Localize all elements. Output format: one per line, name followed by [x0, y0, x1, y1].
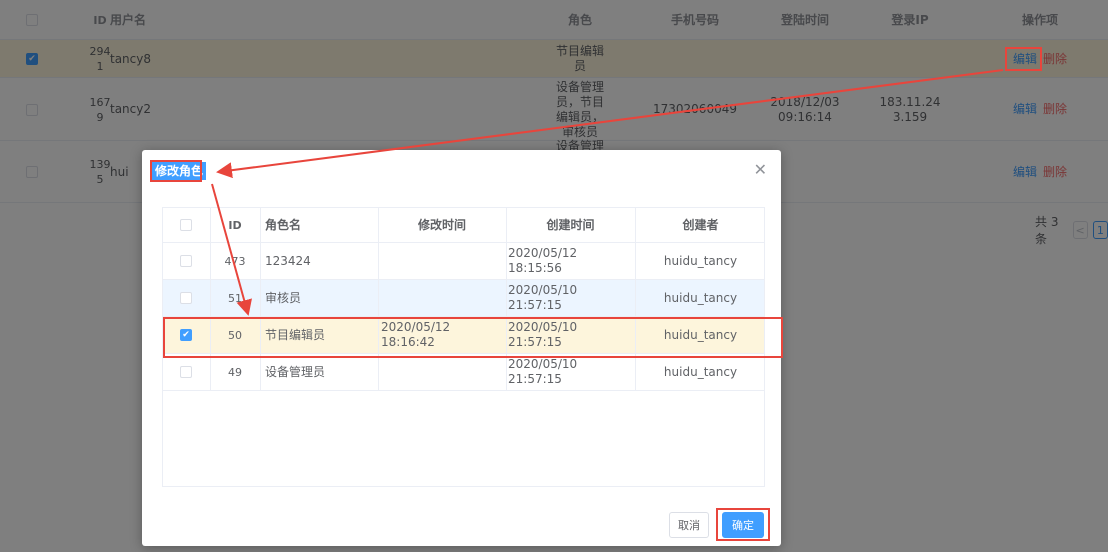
column-divider: [260, 208, 261, 391]
row-creator: huidu_tancy: [663, 290, 738, 305]
edit-role-dialog: 修改角色 ✕ ID 角色名 修改时间 创建时间 创建者 473 123424 2…: [142, 150, 781, 546]
row-role-name: 审核员: [265, 290, 302, 305]
col-created-header: 创建时间: [546, 217, 595, 232]
role-table-header: ID 角色名 修改时间 创建时间 创建者: [163, 208, 764, 243]
row-id: 473: [224, 254, 246, 268]
row-creator: huidu_tancy: [663, 364, 738, 379]
row-created-time: 2020/05/10 21:57:15: [508, 357, 578, 386]
row-role-name: 设备管理员: [265, 364, 326, 379]
select-all-checkbox[interactable]: [180, 219, 192, 231]
cancel-button[interactable]: 取消: [669, 512, 709, 538]
row-checkbox[interactable]: ✔: [180, 329, 192, 341]
row-creator: huidu_tancy: [663, 253, 738, 268]
row-modified-time: [381, 354, 503, 390]
row-checkbox[interactable]: [180, 255, 192, 267]
close-icon[interactable]: ✕: [754, 160, 767, 179]
row-created-time: 2020/05/10 21:57:15: [508, 320, 578, 349]
row-id: 50: [228, 328, 242, 342]
row-creator: huidu_tancy: [663, 327, 738, 342]
row-checkbox[interactable]: [180, 292, 192, 304]
table-row[interactable]: 473 123424 2020/05/12 18:15:56 huidu_tan…: [163, 243, 764, 280]
col-role-name-header: 角色名: [265, 217, 302, 232]
col-id-header: ID: [228, 218, 242, 232]
role-table: ID 角色名 修改时间 创建时间 创建者 473 123424 2020/05/…: [162, 207, 765, 487]
confirm-button[interactable]: 确定: [722, 512, 764, 538]
table-row[interactable]: ✔ 50 节目编辑员 2020/05/12 18:16:42 2020/05/1…: [163, 317, 764, 354]
row-modified-time: [381, 243, 503, 279]
table-row[interactable]: 51 审核员 2020/05/10 21:57:15 huidu_tancy: [163, 280, 764, 317]
row-created-time: 2020/05/10 21:57:15: [508, 283, 578, 312]
row-modified-time: [381, 280, 503, 316]
row-id: 49: [228, 365, 242, 379]
column-divider: [210, 208, 211, 391]
row-role-name: 节目编辑员: [265, 327, 326, 342]
col-creator-header: 创建者: [682, 217, 719, 232]
col-modified-header: 修改时间: [417, 217, 466, 232]
row-checkbox[interactable]: [180, 366, 192, 378]
row-modified-time: 2020/05/12 18:16:42: [381, 320, 451, 349]
column-divider: [378, 208, 379, 391]
column-divider: [506, 208, 507, 391]
row-id: 51: [228, 291, 242, 305]
dialog-title: 修改角色: [152, 162, 207, 180]
row-created-time: 2020/05/12 18:15:56: [508, 246, 578, 275]
table-row[interactable]: 49 设备管理员 2020/05/10 21:57:15 huidu_tancy: [163, 354, 764, 391]
column-divider: [635, 208, 636, 391]
row-role-name: 123424: [265, 253, 311, 268]
